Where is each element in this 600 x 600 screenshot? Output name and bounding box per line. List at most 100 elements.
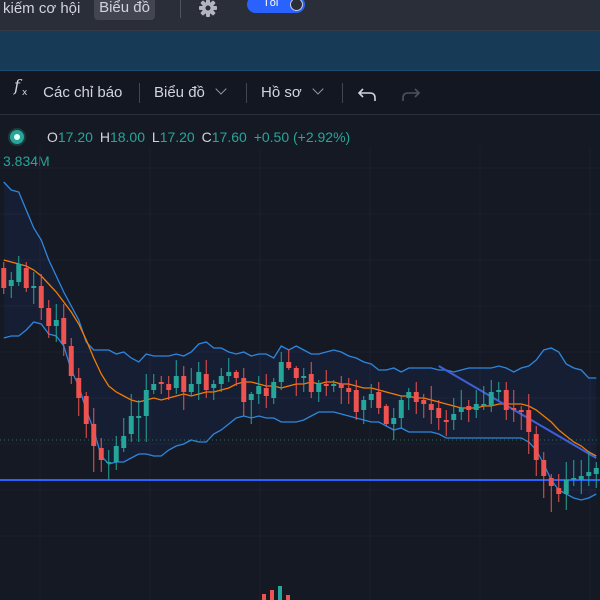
candle-body xyxy=(293,368,299,378)
candle-body xyxy=(338,384,344,388)
candle-body xyxy=(511,408,517,410)
candle-body xyxy=(181,376,187,392)
candle-body xyxy=(53,320,59,326)
low-value: 17.20 xyxy=(159,129,195,145)
low-key: L xyxy=(151,129,160,145)
gear-icon[interactable] xyxy=(197,0,219,17)
candle-body xyxy=(526,410,532,432)
candle-body xyxy=(563,480,569,494)
candle-body xyxy=(496,390,502,392)
candle-body xyxy=(128,416,134,434)
candle-body xyxy=(31,286,37,288)
candle-body xyxy=(308,374,314,392)
candle-body xyxy=(451,414,457,420)
top-bar: kiếm cơ hội Biểu đồ Tối xyxy=(0,0,600,31)
toolbar-divider xyxy=(139,83,140,103)
candle-body xyxy=(121,436,127,448)
svg-text:x: x xyxy=(22,88,28,98)
candle-body xyxy=(188,384,194,392)
candle-body xyxy=(106,462,112,463)
candle-body xyxy=(1,268,7,288)
candle-body xyxy=(46,308,52,326)
charts-dropdown[interactable]: Biểu đồ xyxy=(154,72,227,114)
candle-body xyxy=(301,376,307,378)
candle-body xyxy=(391,418,397,424)
candle-body xyxy=(578,476,584,480)
candle-body xyxy=(98,448,104,460)
candle-body xyxy=(488,392,494,406)
open-value: 17.20 xyxy=(57,129,93,145)
candle-body xyxy=(383,406,389,424)
candle-body xyxy=(353,390,359,412)
candle-body xyxy=(503,390,509,410)
candle-body xyxy=(203,374,209,390)
function-icon: f x xyxy=(12,73,34,115)
candle-body xyxy=(91,424,97,446)
candle-body xyxy=(541,460,547,476)
candle-body xyxy=(346,388,352,392)
candle-body xyxy=(211,384,217,388)
candle-body xyxy=(173,376,179,388)
toolbar-divider xyxy=(246,83,247,103)
candle-body xyxy=(233,372,239,378)
candle-body xyxy=(196,372,202,384)
change-value: +0.50 (+2.92%) xyxy=(253,129,351,145)
candle-body xyxy=(413,392,419,402)
redo-icon[interactable] xyxy=(400,72,421,114)
volume-bar xyxy=(270,590,274,600)
candle-body xyxy=(263,388,269,396)
candle-body xyxy=(76,378,82,398)
toolbar-divider xyxy=(342,83,343,103)
indicators-label: Các chỉ báo xyxy=(43,84,123,101)
high-key: H xyxy=(99,129,110,145)
candle-body xyxy=(376,392,382,408)
opportunity-link[interactable]: kiếm cơ hội xyxy=(0,0,80,20)
profile-label: Hồ sơ xyxy=(261,84,302,101)
candle-body xyxy=(271,382,277,398)
candle-body xyxy=(8,280,14,286)
candle-body xyxy=(286,362,292,368)
candle-body xyxy=(548,478,554,486)
candle-body xyxy=(136,416,142,418)
open-key: O xyxy=(47,129,58,145)
candle-body xyxy=(241,378,247,402)
indicators-button[interactable]: f x Các chỉ báo xyxy=(12,72,122,114)
candle-body xyxy=(68,346,74,376)
candle-body xyxy=(38,286,44,308)
candle-body xyxy=(398,400,404,418)
high-value: 18.00 xyxy=(109,129,145,145)
candle-body xyxy=(166,384,172,390)
candle-body xyxy=(323,384,329,386)
volume-bar xyxy=(278,586,282,600)
candle-body xyxy=(248,394,254,400)
bollinger-upper-line xyxy=(3,181,597,379)
candle-body xyxy=(113,446,119,462)
candle-body xyxy=(218,376,224,384)
candle-body xyxy=(226,372,232,376)
candle-body xyxy=(23,268,29,288)
profile-dropdown[interactable]: Hồ sơ xyxy=(261,72,324,114)
chevron-down-icon xyxy=(312,83,324,95)
status-dot-icon xyxy=(10,130,24,144)
candle-body xyxy=(458,408,464,412)
candle-body xyxy=(278,362,284,382)
candle-body xyxy=(151,384,157,390)
topbar-divider xyxy=(180,0,181,18)
chart-nav-button[interactable]: Biểu đồ xyxy=(94,0,155,20)
candle-body xyxy=(428,404,434,410)
price-chart[interactable] xyxy=(0,148,600,600)
candle-body xyxy=(331,384,337,386)
candle-body xyxy=(16,264,22,282)
volume-bar xyxy=(286,595,290,600)
candle-body xyxy=(443,420,449,422)
theme-toggle[interactable]: Tối xyxy=(247,0,305,13)
candle-body xyxy=(556,488,562,494)
candle-body xyxy=(61,318,67,344)
candle-body xyxy=(406,392,412,398)
candle-body xyxy=(368,394,374,400)
candle-body xyxy=(473,404,479,410)
undo-icon[interactable] xyxy=(357,72,378,114)
candle-body xyxy=(316,384,322,392)
chart-toolbar: f x Các chỉ báo Biểu đồ Hồ sơ xyxy=(0,72,600,115)
candle-body xyxy=(586,472,592,476)
